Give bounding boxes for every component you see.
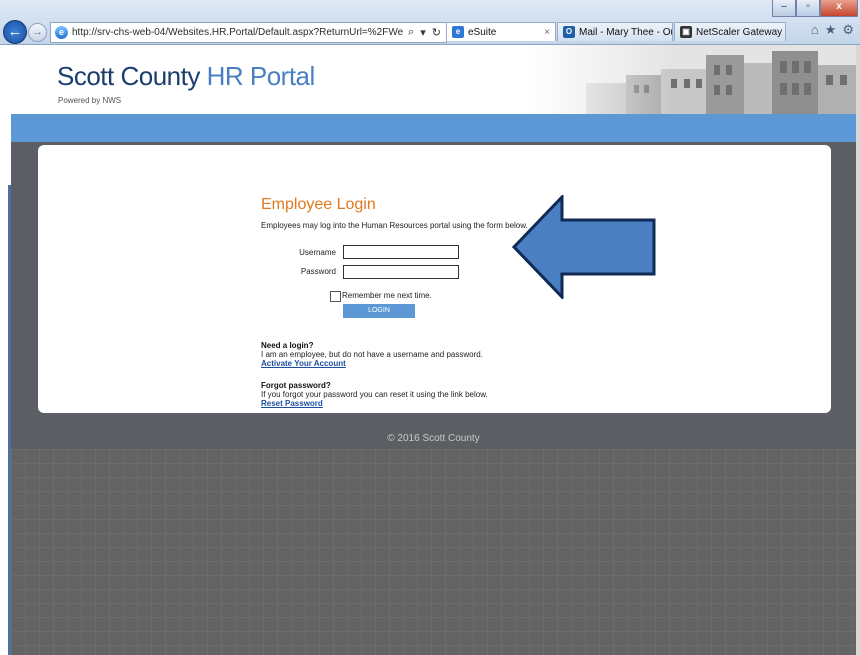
password-label: Password	[300, 267, 336, 276]
close-tab-icon[interactable]: ×	[544, 27, 550, 38]
annotation-arrow-icon	[512, 195, 656, 299]
address-url[interactable]: http://srv-chs-web-04/Websites.HR.Portal…	[72, 27, 403, 38]
login-title: Employee Login	[261, 196, 376, 213]
ie-icon: e	[452, 26, 464, 38]
login-description: Employees may log into the Human Resourc…	[261, 221, 528, 230]
browser-chrome: – ▫ x ← → e http://srv-chs-web-04/Websit…	[0, 0, 860, 45]
dropdown-icon[interactable]: ▾	[420, 26, 426, 39]
tab-label: NetScaler Gateway	[696, 26, 783, 38]
tab-mail[interactable]: O Mail - Mary Thee - Out...	[557, 22, 673, 41]
portal-header: Scott County HR Portal Powered by NWS	[11, 45, 856, 114]
home-icon[interactable]: ⌂	[811, 22, 819, 38]
username-label: Username	[299, 248, 336, 257]
need-login-text: I am an employee, but do not have a user…	[261, 350, 483, 359]
minimize-icon[interactable]: –	[772, 0, 796, 17]
need-login-heading: Need a login?	[261, 341, 314, 350]
remember-me-label: Remember me next time.	[342, 291, 432, 300]
outlook-icon: O	[563, 26, 575, 38]
reset-password-link[interactable]: Reset Password	[261, 399, 488, 408]
page-background-pattern	[11, 449, 856, 655]
page-viewport: Scott County HR Portal Powered by NWS Em…	[0, 45, 860, 655]
portal-title: Scott County HR Portal	[57, 61, 315, 91]
forgot-password-text: If you forgot your password you can rese…	[261, 390, 488, 399]
need-login-section: Need a login? I am an employee, but do n…	[261, 341, 483, 368]
tab-esuite[interactable]: e eSuite ×	[446, 22, 556, 41]
back-arrow-icon[interactable]: ←	[3, 20, 27, 44]
activate-account-link[interactable]: Activate Your Account	[261, 359, 483, 368]
vertical-scrollbar[interactable]	[856, 45, 860, 655]
tab-netscaler[interactable]: ▣ NetScaler Gateway	[674, 22, 786, 41]
forgot-password-section: Forgot password? If you forgot your pass…	[261, 381, 488, 408]
forgot-password-heading: Forgot password?	[261, 381, 331, 390]
search-icon[interactable]: ⌕	[408, 26, 414, 39]
login-button[interactable]: LOGIN	[343, 304, 415, 318]
username-input[interactable]	[343, 245, 459, 259]
remember-me-checkbox[interactable]	[330, 291, 341, 302]
tab-label: Mail - Mary Thee - Out...	[579, 26, 672, 38]
close-icon[interactable]: x	[820, 0, 858, 17]
downtown-buildings-image	[526, 45, 856, 114]
favorites-star-icon[interactable]: ★	[825, 22, 837, 38]
login-card: Employee Login Employees may log into th…	[38, 145, 831, 413]
maximize-icon[interactable]: ▫	[796, 0, 820, 17]
forward-arrow-icon[interactable]: →	[28, 23, 47, 42]
address-bar[interactable]: e http://srv-chs-web-04/Websites.HR.Port…	[50, 22, 447, 43]
netscaler-icon: ▣	[680, 26, 692, 38]
password-input[interactable]	[343, 265, 459, 279]
ie-icon: e	[55, 26, 68, 39]
footer-copyright: © 2016 Scott County	[387, 433, 480, 444]
settings-gear-icon[interactable]: ⚙	[842, 22, 854, 38]
header-band	[11, 114, 856, 142]
tab-label: eSuite	[468, 26, 497, 38]
refresh-icon[interactable]: ↻	[432, 26, 441, 39]
powered-by: Powered by NWS	[58, 96, 122, 105]
window-controls: – ▫ x	[772, 0, 858, 18]
